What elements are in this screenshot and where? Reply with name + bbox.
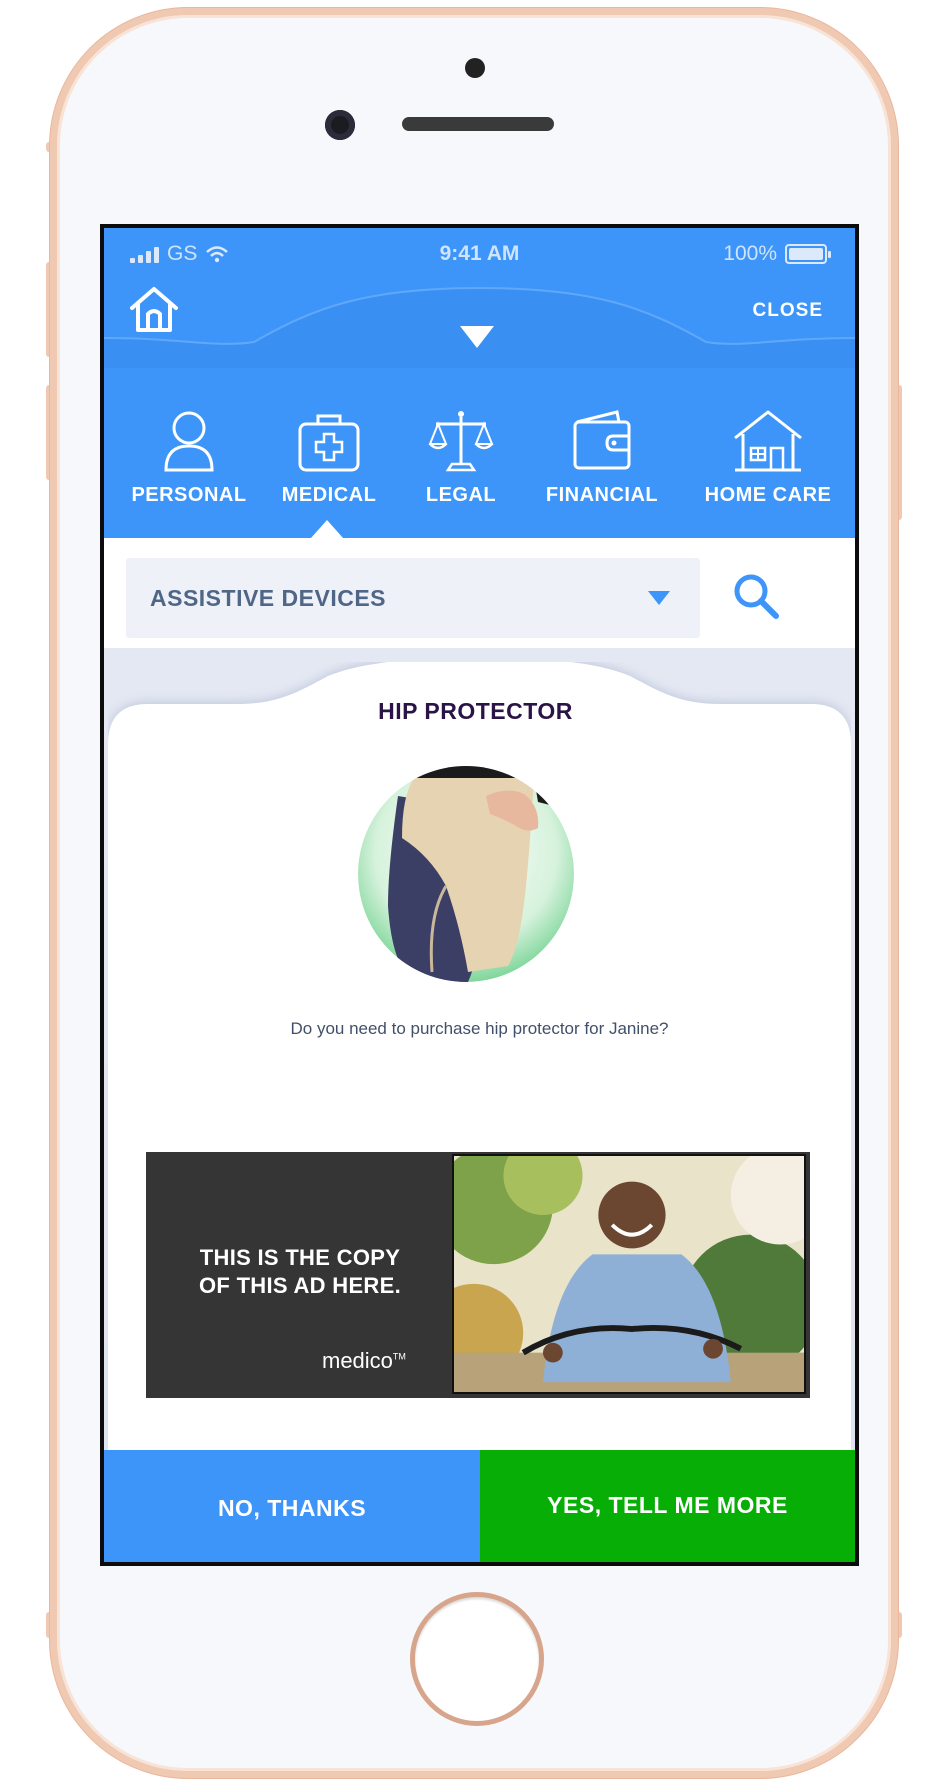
status-right: 100% [723, 242, 831, 266]
category-select[interactable]: ASSISTIVE DEVICES [126, 558, 700, 638]
app-screen: GS 9:41 AM 100% CLOSE PERSONAL MEDICAL L… [100, 224, 859, 1566]
category-medical[interactable]: MEDICAL [264, 408, 394, 507]
house-icon [734, 410, 802, 472]
category-select-value: ASSISTIVE DEVICES [150, 584, 387, 611]
ad-copy-line: THIS IS THE COPY [199, 1245, 401, 1270]
yes-tell-me-more-button[interactable]: YES, TELL ME MORE [480, 1450, 855, 1562]
category-financial[interactable]: FINANCIAL [522, 408, 682, 507]
ad-copy-line: OF THIS AD HERE. [199, 1273, 401, 1298]
chevron-down-icon [648, 591, 670, 605]
home-icon[interactable] [128, 284, 180, 336]
person-icon [164, 411, 214, 472]
ad-brand-logo: medicoTM [322, 1348, 406, 1374]
header-hump [104, 286, 855, 368]
category-nav: PERSONAL MEDICAL LEGAL FINANCIAL HOME CA… [104, 408, 855, 538]
category-label: PERSONAL [131, 484, 247, 506]
category-label: MEDICAL [281, 484, 377, 506]
no-thanks-button[interactable]: NO, THANKS [104, 1450, 480, 1562]
ad-copy: THIS IS THE COPY OF THIS AD HERE. [166, 1244, 434, 1300]
advertisement-banner[interactable]: THIS IS THE COPY OF THIS AD HERE. medico… [146, 1152, 810, 1398]
search-icon[interactable] [730, 570, 782, 622]
medical-kit-icon [298, 414, 360, 472]
wallet-icon [573, 410, 631, 470]
category-label: FINANCIAL [545, 484, 659, 506]
filter-row: ASSISTIVE DEVICES [104, 538, 855, 648]
action-buttons: NO, THANKS YES, TELL ME MORE [104, 1450, 855, 1562]
ad-brand-name: medico [322, 1348, 393, 1373]
front-camera [325, 110, 355, 140]
category-legal[interactable]: LEGAL [396, 408, 526, 507]
category-personal[interactable]: PERSONAL [124, 408, 254, 507]
category-label: HOME CARE [704, 484, 832, 506]
earpiece-speaker [402, 117, 554, 131]
category-home-care[interactable]: HOME CARE [688, 408, 848, 507]
status-bar: GS 9:41 AM 100% [104, 228, 855, 276]
close-button[interactable]: CLOSE [753, 300, 823, 322]
product-title: HIP PROTECTOR [378, 698, 573, 724]
proximity-sensor [465, 58, 485, 78]
app-header: GS 9:41 AM 100% CLOSE PERSONAL MEDICAL L… [104, 228, 855, 538]
battery-icon [785, 244, 831, 264]
active-category-pointer [311, 520, 343, 538]
collapse-arrow-icon[interactable] [460, 326, 494, 348]
product-question: Do you need to purchase hip protector fo… [290, 1019, 669, 1038]
category-label: LEGAL [425, 484, 497, 506]
trademark-mark: TM [392, 1351, 406, 1362]
scales-icon [428, 411, 494, 472]
home-button[interactable] [410, 1592, 544, 1726]
hip-protector-image [358, 766, 574, 982]
ad-photo-man-on-bicycle [452, 1154, 806, 1394]
battery-percent: 100% [723, 242, 777, 265]
